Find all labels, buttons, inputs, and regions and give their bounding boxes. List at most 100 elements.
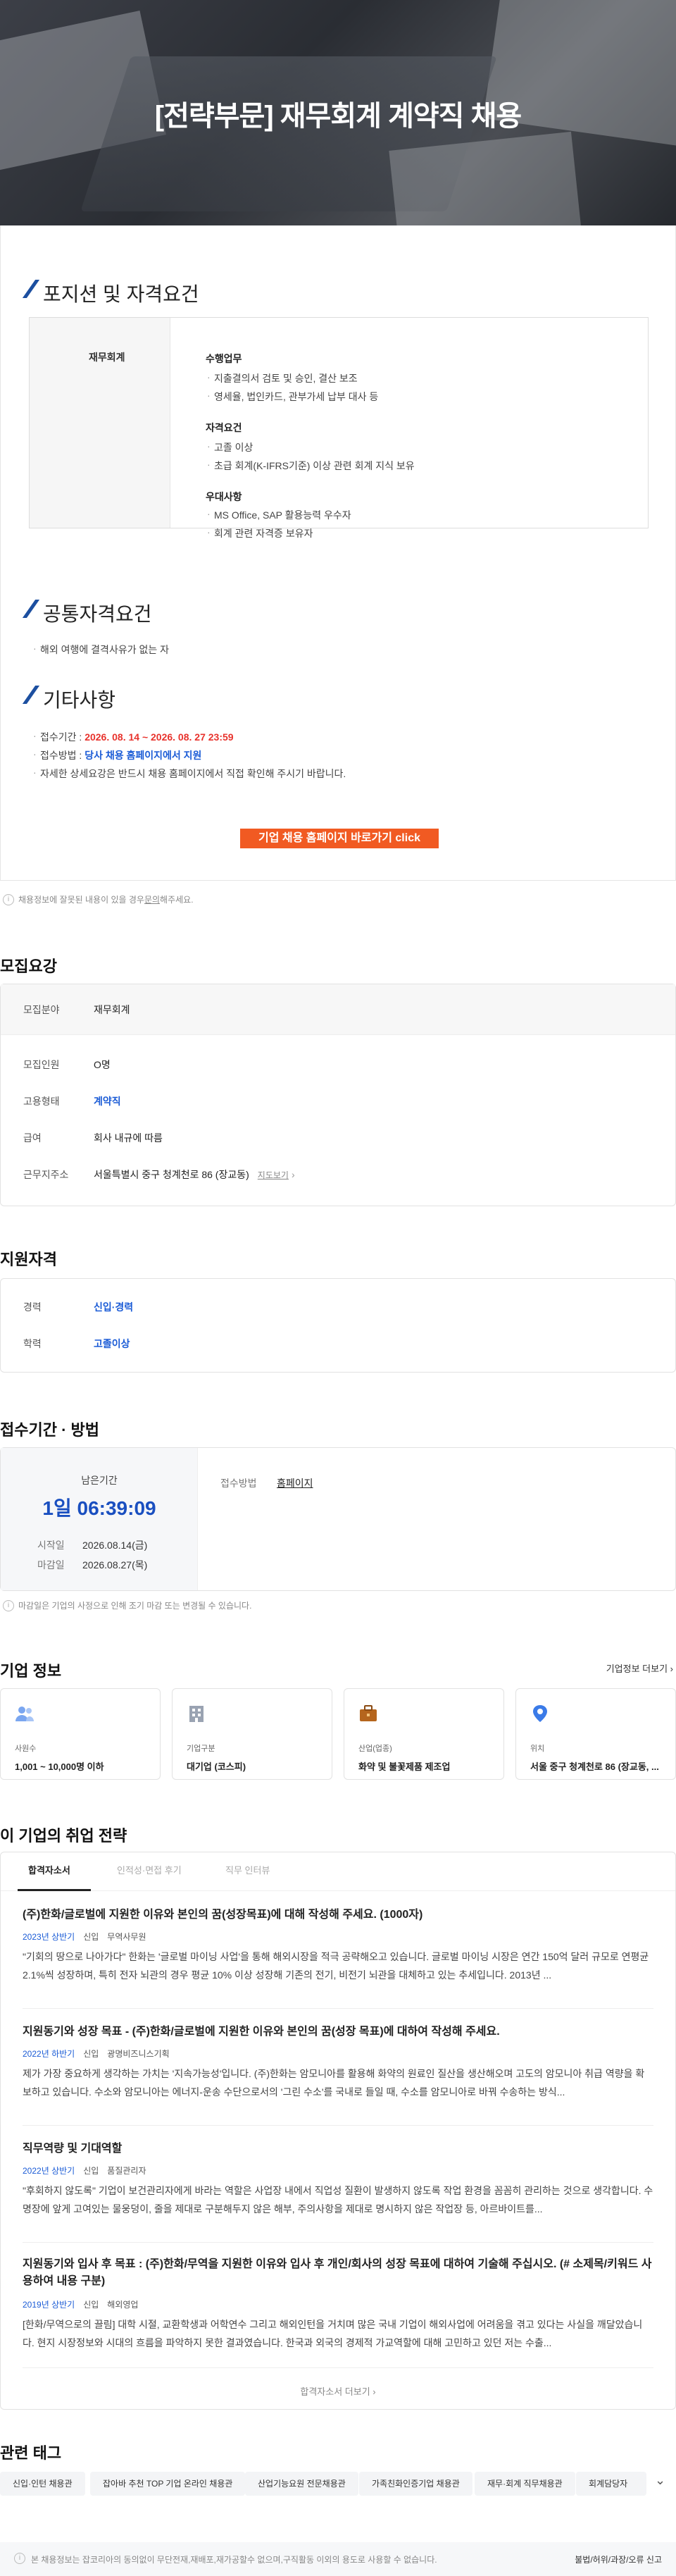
- card-label: 기업구분: [187, 1745, 215, 1753]
- essay-question-title[interactable]: 지원동기와 성장 목표 - (주)한화/글로벌에 지원한 이유와 본인의 꿈(성…: [23, 2024, 656, 2041]
- apply-homepage-link[interactable]: 홈페이지: [277, 1476, 313, 1490]
- tab-job-interview[interactable]: 직무 인터뷰: [225, 1863, 270, 1876]
- essay-type: 신입: [83, 2049, 99, 2059]
- company-more-link[interactable]: 기업정보 더보기 ›: [606, 1661, 673, 1675]
- deadline-notice: i 마감일은 기업의 사정으로 인해 조기 마감 또는 변경될 수 있습니다.: [3, 1599, 251, 1611]
- preferred-item: MS Office, SAP 활용능력 우수자: [207, 508, 351, 522]
- start-label: 시작일: [37, 1540, 65, 1551]
- cover-letter-more-label: 합격자소서 더보기: [300, 2386, 370, 2397]
- essay-meta: 2022년 하반기 신입 광명비즈니스기획: [23, 2048, 178, 2060]
- tag-item[interactable]: 잡아바 추천 TOP 기업 온라인 채용관: [90, 2472, 246, 2496]
- building-icon: [189, 1706, 204, 1722]
- info-icon: i: [3, 1599, 14, 1611]
- card-value: 1,001 ~ 10,000명 이하: [15, 1761, 104, 1772]
- info-icon: i: [3, 893, 14, 905]
- tag-item[interactable]: 가족친화인증기업 채용관: [359, 2472, 472, 2496]
- address-label: 근무지주소: [23, 1169, 69, 1180]
- chevron-right-icon: ›: [291, 1169, 295, 1180]
- heading-slash-icon: [22, 600, 40, 618]
- tab-divider: [1, 1890, 675, 1891]
- essay-divider: [23, 2242, 653, 2243]
- preferred-item: 회계 관련 자격증 보유자: [207, 526, 313, 540]
- card-value: 대기업 (코스피): [187, 1761, 246, 1772]
- career-value: 신입·경력: [94, 1301, 134, 1313]
- essay-divider: [23, 2125, 653, 2126]
- tab-cover-letters[interactable]: 합격자소서: [28, 1863, 70, 1876]
- essay-job: 품질관리자: [107, 2166, 146, 2176]
- card-label: 산업(업종): [358, 1745, 392, 1753]
- company-card-employees[interactable]: 사원수 1,001 ~ 10,000명 이하: [0, 1688, 161, 1780]
- cover-letter-more-link[interactable]: 합격자소서 더보기 ›: [0, 2384, 676, 2398]
- tab-aptitude-interview[interactable]: 인적성·면접 후기: [117, 1863, 182, 1876]
- essay-excerpt: "후회하지 않도록" 기업이 보건관리자에게 바라는 역할은 사업장 내에서 직…: [23, 2185, 653, 2215]
- remain-label: 남은기간: [81, 1475, 118, 1486]
- essay-divider: [23, 2367, 653, 2368]
- essay-meta: 2022년 상반기 신입 품질관리자: [23, 2165, 155, 2176]
- footer-bar: i 본 채용정보는 잡코리아의 동의없이 무단전재,재배포,재가공할수 없으며,…: [0, 2542, 676, 2576]
- detail-note: 자세한 상세요강은 반드시 채용 홈페이지에서 직접 확인해 주시기 바랍니다.: [33, 767, 346, 781]
- essay-question-title[interactable]: 직무역량 및 기대역할: [23, 2141, 656, 2157]
- essay-job: 해외영업: [107, 2300, 139, 2310]
- company-card-type[interactable]: 기업구분 대기업 (코스피): [172, 1688, 332, 1780]
- heading-slash-icon: [22, 280, 40, 298]
- essay-meta: 2023년 상반기 신입 무역사무원: [23, 1931, 155, 1943]
- remain-countdown: 1일 06:39:09: [42, 1497, 156, 1519]
- copyright-notice: 본 채용정보는 잡코리아의 동의없이 무단전재,재배포,재가공할수 없으며,구직…: [31, 2555, 437, 2565]
- tag-item[interactable]: 신입·인턴 채용관: [0, 2472, 85, 2496]
- employment-type-label: 고용형태: [23, 1096, 60, 1107]
- map-link[interactable]: 지도보기: [258, 1170, 289, 1180]
- method-value: 당사 채용 홈페이지에서 지원: [84, 750, 202, 761]
- info-icon: i: [14, 2553, 25, 2564]
- end-label: 마감일: [37, 1559, 65, 1571]
- address-row: 서울특별시 중구 청계천로 86 (장교동) 지도보기 ›: [94, 1168, 295, 1182]
- tag-item[interactable]: 산업기능요원 전문채용관: [245, 2472, 358, 2496]
- inquiry-link[interactable]: 문의: [144, 893, 160, 905]
- requirement-item: 초급 회계(K-IFRS기준) 이상 관련 회계 지식 보유: [207, 459, 415, 473]
- company-card-location[interactable]: 위치 서울 중구 청계천로 86 (장교동, ...: [515, 1688, 676, 1780]
- recruit-heading: 모집요강: [0, 958, 57, 975]
- card-label: 사원수: [15, 1745, 37, 1753]
- active-tab-underline: [18, 1889, 91, 1891]
- position-heading-text: 포지션 및 자격요건: [43, 283, 199, 305]
- position-table: 재무회계 수행업무 지출결의서 검토 및 승인, 결산 보조 영세율, 법인카드…: [29, 317, 649, 539]
- tags-heading: 관련 태그: [0, 2444, 62, 2462]
- group-title-requirements: 자격요건: [206, 422, 242, 433]
- strategy-heading: 이 기업의 취업 전략: [0, 1827, 127, 1845]
- location-pin-icon: [533, 1705, 547, 1722]
- company-card-industry[interactable]: 산업(업종) 화약 및 불꽃제품 제조업: [344, 1688, 504, 1780]
- period-line: 접수기간 : 2026. 08. 14 ~ 2026. 08. 27 23:59: [33, 730, 234, 744]
- company-more-label: 기업정보 더보기: [606, 1664, 668, 1674]
- hero-banner: [전략부문] 재무회계 계약직 채용: [0, 0, 676, 225]
- homepage-cta-button[interactable]: 기업 채용 홈페이지 바로가기 click: [240, 829, 439, 848]
- company-heading: 기업 정보: [0, 1662, 62, 1680]
- period-value: 2026. 08. 14 ~ 2026. 08. 27 23:59: [84, 731, 234, 743]
- start-value: 2026.08.14(금): [82, 1540, 148, 1551]
- essay-type: 신입: [83, 1932, 99, 1942]
- deadline-card: 남은기간 1일 06:39:09 시작일 2026.08.14(금) 마감일 2…: [0, 1447, 676, 1591]
- position-heading: 포지션 및 자격요건: [22, 279, 199, 307]
- essay-year: 2023년 상반기: [23, 1932, 75, 1942]
- tag-item[interactable]: 재무·회계 직무채용관: [475, 2472, 575, 2496]
- essay-year: 2019년 상반기: [23, 2300, 75, 2310]
- group-title-duties: 수행업무: [206, 353, 242, 364]
- deadline-heading: 접수기간 · 방법: [0, 1421, 99, 1439]
- duty-item: 지출결의서 검토 및 승인, 결산 보조: [207, 371, 358, 385]
- deadline-note: 마감일은 기업의 사정으로 인해 조기 마감 또는 변경될 수 있습니다.: [18, 1601, 252, 1611]
- essay-year: 2022년 상반기: [23, 2166, 75, 2176]
- briefcase-icon: [360, 1705, 377, 1721]
- hero-title: [전략부문] 재무회계 계약직 채용: [154, 101, 522, 132]
- people-icon: [15, 1707, 34, 1721]
- card-value: 화약 및 불꽃제품 제조업: [358, 1761, 451, 1772]
- chevron-down-icon[interactable]: ⌄: [655, 2473, 665, 2488]
- method-line: 접수방법 : 당사 채용 홈페이지에서 지원: [33, 748, 202, 762]
- requirement-item: 고졸 이상: [207, 440, 253, 454]
- method-label: 접수방법 :: [40, 750, 82, 761]
- field-label: 모집분야: [23, 1004, 60, 1015]
- common-heading: 공통자격요건: [22, 599, 152, 627]
- essay-question-title[interactable]: (주)한화/글로벌에 지원한 이유와 본인의 꿈(성장목표)에 대해 작성해 주…: [23, 1907, 656, 1924]
- tag-item[interactable]: 회계담당자: [576, 2472, 646, 2496]
- position-label-cell: 재무회계: [30, 318, 170, 528]
- report-link[interactable]: 불법/허위/과장/오류 신고: [575, 2553, 662, 2565]
- card-value: 서울 중구 청계천로 86 (장교동, ...: [530, 1761, 659, 1772]
- essay-question-title[interactable]: 지원동기와 입사 후 목표 : (주)한화/무역을 지원한 이유와 입사 후 개…: [23, 2256, 656, 2290]
